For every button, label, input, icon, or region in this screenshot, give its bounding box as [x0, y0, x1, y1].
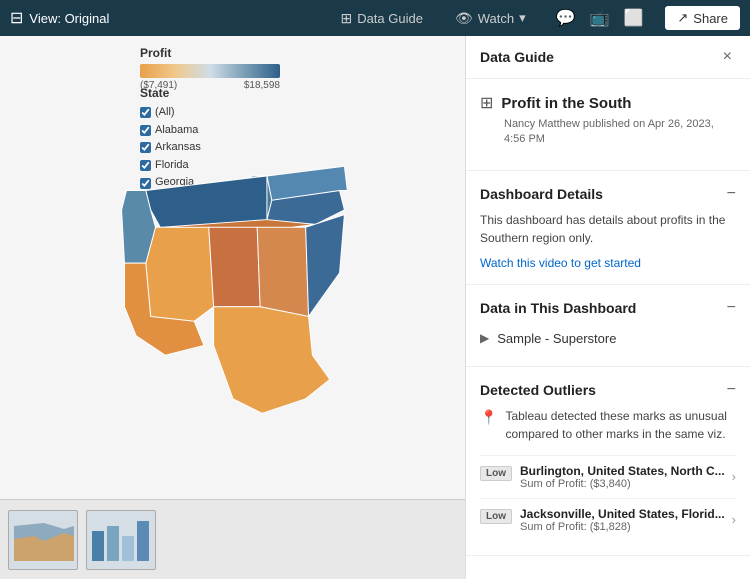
- map-area: Profit ($7,491) $18,598 State (All)Alaba…: [0, 36, 465, 579]
- dashboard-title: ⊞ Profit in the South: [480, 93, 736, 113]
- outliers-title-row: Detected Outliers −: [480, 381, 736, 399]
- outlier-item-1[interactable]: Low Burlington, United States, North C..…: [480, 455, 736, 498]
- outlier-chevron-icon: ›: [732, 512, 736, 527]
- data-chevron-icon: ▶: [480, 331, 489, 345]
- outliers-section-title: Detected Outliers: [480, 382, 596, 398]
- low-badge: Low: [480, 509, 512, 524]
- data-item-name: Sample - Superstore: [497, 331, 616, 346]
- expand-icon[interactable]: ⬜: [617, 4, 649, 32]
- panel-title: Data Guide: [480, 49, 554, 65]
- dashboard-icon: ⊞: [480, 93, 493, 113]
- watch-link[interactable]: Watch this video to get started: [480, 256, 641, 270]
- panel-header: Data Guide ×: [466, 36, 750, 79]
- data-guide-button[interactable]: ⊞ Data Guide: [332, 6, 431, 31]
- top-navigation: ⊟ View: Original ⊞ Data Guide 👁 Watch ▾ …: [0, 0, 750, 36]
- outlier-description: Tableau detected these marks as unusual …: [505, 407, 736, 443]
- outlier-value: Sum of Profit: ($3,840): [520, 478, 725, 490]
- map-container: [0, 36, 465, 499]
- published-info: Nancy Matthew published on Apr 26, 2023,…: [504, 117, 736, 148]
- thumbnail-1[interactable]: [8, 510, 78, 570]
- data-section-title: Data in This Dashboard: [480, 300, 636, 316]
- view-title: ⊟ View: Original: [10, 8, 109, 28]
- data-collapse-button[interactable]: −: [727, 299, 736, 317]
- share-button[interactable]: ↗ Share: [665, 6, 740, 30]
- toolbar-icons: 💬 📺 ⬜: [550, 4, 650, 32]
- close-button[interactable]: ×: [719, 46, 736, 68]
- low-badge: Low: [480, 466, 512, 481]
- outlier-info-text: Jacksonville, United States, Florid... S…: [520, 507, 725, 533]
- thumbnail-strip: [0, 499, 465, 579]
- data-item[interactable]: ▶ Sample - Superstore: [480, 325, 736, 352]
- comment-icon[interactable]: 💬: [550, 4, 582, 32]
- dashboard-details-section: Dashboard Details − This dashboard has d…: [466, 171, 750, 285]
- us-south-map: [113, 113, 353, 423]
- data-title-row: Data in This Dashboard −: [480, 299, 736, 317]
- outlier-left: Low Jacksonville, United States, Florid.…: [480, 507, 725, 533]
- share-icon: ↗: [677, 10, 688, 26]
- data-items-list: ▶ Sample - Superstore: [480, 325, 736, 352]
- dashboard-title-section: ⊞ Profit in the South Nancy Matthew publ…: [466, 79, 750, 171]
- tableau-logo-icon: ⊟: [10, 8, 23, 28]
- details-description: This dashboard has details about profits…: [480, 211, 736, 247]
- data-section: Data in This Dashboard − ▶ Sample - Super…: [466, 285, 750, 367]
- outlier-info-text: Burlington, United States, North C... Su…: [520, 464, 725, 490]
- screen-icon[interactable]: 📺: [584, 4, 616, 32]
- data-guide-icon: ⊞: [340, 10, 352, 27]
- details-collapse-button[interactable]: −: [727, 185, 736, 203]
- outlier-location: Burlington, United States, North C...: [520, 464, 725, 478]
- dashboard-name: Profit in the South: [501, 95, 631, 112]
- outlier-value: Sum of Profit: ($1,828): [520, 521, 725, 533]
- outliers-section: Detected Outliers − 📍 Tableau detected t…: [466, 367, 750, 556]
- main-content: Profit ($7,491) $18,598 State (All)Alaba…: [0, 36, 750, 579]
- data-guide-panel: Data Guide × ⊞ Profit in the South Nancy…: [465, 36, 750, 579]
- outlier-item-2[interactable]: Low Jacksonville, United States, Florid.…: [480, 498, 736, 541]
- outlier-chevron-icon: ›: [732, 469, 736, 484]
- outlier-items-list: Low Burlington, United States, North C..…: [480, 455, 736, 541]
- details-title-row: Dashboard Details −: [480, 185, 736, 203]
- thumbnail-2[interactable]: [86, 510, 156, 570]
- details-section-title: Dashboard Details: [480, 186, 603, 202]
- outlier-info: 📍 Tableau detected these marks as unusua…: [480, 407, 736, 443]
- watch-icon: 👁: [455, 10, 473, 27]
- location-pin-icon: 📍: [480, 409, 497, 426]
- outliers-collapse-button[interactable]: −: [727, 381, 736, 399]
- outlier-location: Jacksonville, United States, Florid...: [520, 507, 725, 521]
- watch-dropdown-icon: ▾: [519, 10, 526, 26]
- watch-button[interactable]: 👁 Watch ▾: [447, 6, 534, 31]
- outlier-left: Low Burlington, United States, North C..…: [480, 464, 725, 490]
